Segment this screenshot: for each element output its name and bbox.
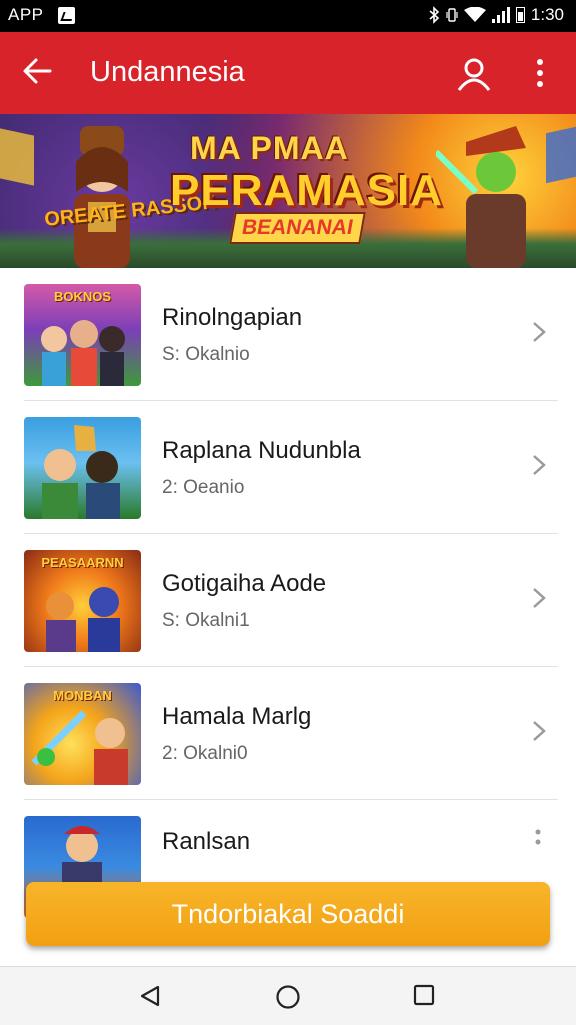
primary-action-button[interactable]: Tndorbiakal Soaddi — [26, 882, 550, 946]
game-list: BOKNOS Rinolngapian S: Okalnio Raplana N… — [0, 268, 576, 933]
nav-back-icon[interactable] — [138, 984, 162, 1008]
app-bar: Undannesia — [0, 32, 576, 114]
system-nav-bar — [0, 966, 576, 1025]
game-thumbnail: MONBAN — [24, 683, 141, 785]
thumbnail-art — [41, 320, 125, 386]
game-subtitle: 2: Okalni0 — [162, 743, 248, 764]
chevron-right-icon — [533, 588, 546, 608]
banner-flag-right — [546, 126, 576, 184]
banner-flag-left — [0, 128, 34, 186]
battery-icon — [515, 7, 525, 23]
nav-recents-icon[interactable] — [413, 984, 435, 1006]
thumbnail-art — [42, 425, 120, 519]
game-title: Hamala Marlg — [162, 703, 312, 730]
banner-hero-left-image — [74, 126, 130, 268]
more-options-icon[interactable] — [534, 828, 542, 858]
promo-banner[interactable]: OREATE RASSOK MA PMAA PERAMASIA BEANANAI — [0, 114, 576, 268]
status-bar: APP 1:30 — [0, 0, 576, 32]
banner-hero-right-image — [436, 126, 526, 268]
wifi-icon — [463, 7, 486, 22]
thumbnail-art — [31, 710, 128, 785]
game-title: Gotigaiha Aode — [162, 570, 327, 597]
list-item[interactable]: BOKNOS Rinolngapian S: Okalnio — [0, 268, 576, 401]
banner-headline-3: BEANANAI — [229, 212, 366, 244]
game-thumbnail: BOKNOS — [24, 284, 141, 386]
game-title: Ranlsan — [162, 828, 251, 855]
vibrate-icon — [446, 8, 458, 22]
game-thumbnail: PEASAARNN — [24, 550, 141, 652]
game-subtitle: S: Okalni1 — [162, 610, 250, 631]
game-title: Raplana Nudunbla — [162, 437, 361, 464]
chevron-right-icon — [533, 322, 546, 342]
list-item[interactable]: Raplana Nudunbla 2: Oeanio — [0, 401, 576, 534]
chevron-right-icon — [533, 721, 546, 741]
bluetooth-icon — [429, 6, 440, 24]
game-subtitle: S: Okalnio — [162, 344, 250, 365]
status-app-label: APP — [8, 5, 44, 24]
person-icon[interactable] — [456, 56, 492, 92]
game-thumbnail — [24, 417, 141, 519]
game-title: Rinolngapian — [162, 304, 303, 331]
nav-home-icon[interactable] — [275, 984, 301, 1010]
banner-headline-1: MA PMAA — [190, 130, 349, 166]
notification-icon — [58, 7, 75, 24]
signal-icon — [491, 7, 510, 23]
status-time: 1:30 — [530, 5, 564, 24]
chevron-right-icon — [533, 455, 546, 475]
banner-headline-2: PERAMASIA — [170, 166, 444, 215]
status-icons: 1:30 — [428, 5, 564, 25]
list-item[interactable]: PEASAARNN Gotigaiha Aode S: Okalni1 — [0, 534, 576, 667]
thumbnail-art — [46, 587, 120, 652]
back-arrow-icon[interactable] — [20, 54, 54, 88]
more-vert-icon[interactable] — [530, 56, 550, 92]
list-item[interactable]: MONBAN Hamala Marlg 2: Okalni0 — [0, 667, 576, 800]
page-title: Undannesia — [90, 56, 245, 88]
game-subtitle: 2: Oeanio — [162, 477, 245, 498]
